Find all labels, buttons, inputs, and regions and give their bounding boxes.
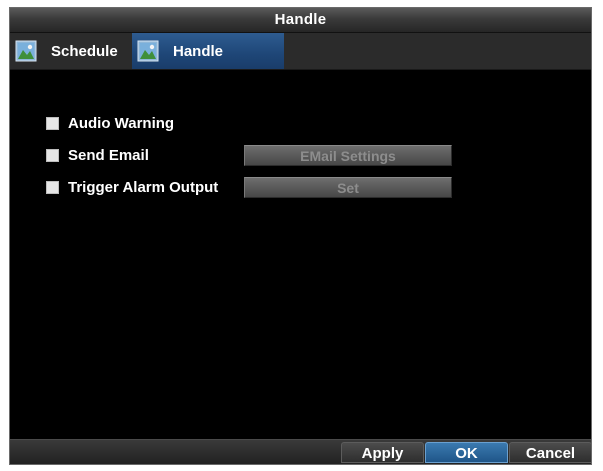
image-icon: [15, 40, 37, 62]
button-bar: Apply OK Cancel: [10, 439, 591, 464]
tab-bar: Schedule Handle: [10, 33, 591, 70]
image-icon: [137, 40, 159, 62]
audio-warning-label: Audio Warning: [68, 114, 175, 132]
tab-schedule[interactable]: Schedule: [10, 33, 132, 69]
handle-dialog: Handle Schedule Handle Audio Warning Sen…: [9, 7, 592, 465]
audio-warning-checkbox[interactable]: [46, 116, 59, 130]
apply-button[interactable]: Apply: [341, 442, 424, 463]
trigger-alarm-output-label: Trigger Alarm Output: [68, 178, 219, 196]
option-trigger-alarm-output[interactable]: Trigger Alarm Output: [46, 177, 218, 197]
send-email-checkbox[interactable]: [46, 148, 59, 162]
title-bar: Handle: [10, 8, 591, 33]
tab-handle[interactable]: Handle: [132, 33, 284, 69]
send-email-label: Send Email: [68, 146, 149, 164]
tab-schedule-label: Schedule: [51, 42, 118, 60]
email-settings-button[interactable]: EMail Settings: [244, 145, 452, 166]
cancel-button[interactable]: Cancel: [509, 442, 591, 463]
dialog-title: Handle: [274, 11, 327, 28]
ok-button[interactable]: OK: [425, 442, 508, 463]
alarm-output-set-button[interactable]: Set: [244, 177, 452, 198]
option-send-email[interactable]: Send Email: [46, 145, 149, 165]
trigger-alarm-output-checkbox[interactable]: [46, 180, 59, 194]
tab-handle-label: Handle: [173, 42, 224, 60]
option-audio-warning[interactable]: Audio Warning: [46, 113, 174, 133]
